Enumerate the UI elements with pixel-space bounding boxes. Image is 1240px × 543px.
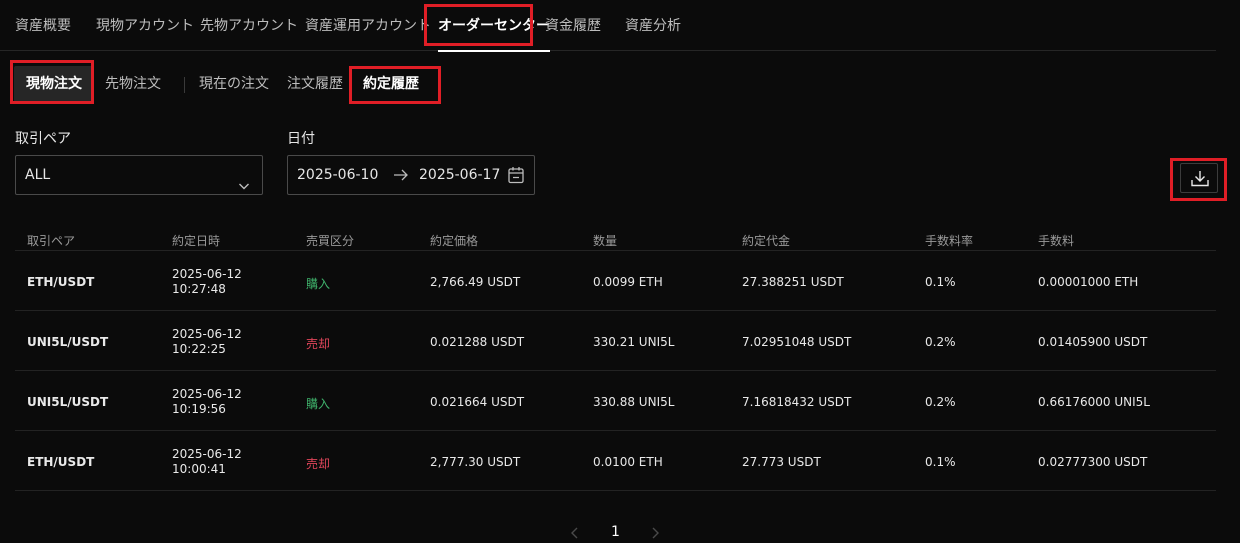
cell-fee-rate: 0.1%	[925, 275, 956, 289]
cell-amount: 7.16818432 USDT	[742, 395, 852, 409]
chevron-left-icon[interactable]	[570, 524, 580, 543]
cell-date: 2025-06-12	[172, 447, 242, 461]
cell-time: 2025-06-12 10:00:41	[172, 447, 242, 477]
cell-price: 2,766.49 USDT	[430, 275, 521, 289]
cell-price: 0.021664 USDT	[430, 395, 525, 409]
download-button[interactable]	[1180, 163, 1218, 193]
cell-amount: 27.773 USDT	[742, 455, 821, 469]
table-row: ETH/USDT 2025-06-12 10:27:48 購入 2,766.49 …	[15, 251, 1216, 311]
tab-futures-account[interactable]: 先物アカウント	[200, 0, 298, 51]
header-side: 売買区分	[306, 234, 355, 248]
cell-pair: ETH/USDT	[27, 455, 95, 469]
pair-select[interactable]: ALL	[15, 155, 263, 195]
cell-date: 2025-06-12	[172, 387, 242, 401]
tab-asset-overview[interactable]: 資産概要	[15, 0, 71, 51]
tab-trade-history[interactable]: 約定履歴	[363, 64, 419, 104]
header-fee: 手数料	[1038, 234, 1075, 248]
cell-price: 0.021288 USDT	[430, 335, 525, 349]
pair-select-value: ALL	[25, 167, 51, 183]
tab-futures-orders[interactable]: 先物注文	[105, 64, 161, 104]
cell-fee: 0.00001000 ETH	[1038, 275, 1139, 289]
arrow-right-icon	[393, 167, 409, 187]
cell-time: 2025-06-12 10:19:56	[172, 387, 242, 417]
tab-spot-orders[interactable]: 現物注文	[14, 66, 94, 102]
cell-qty: 330.21 UNI5L	[593, 335, 675, 349]
sub-nav-divider	[184, 77, 185, 93]
tab-order-center-label: オーダーセンター	[438, 18, 550, 34]
cell-qty: 330.88 UNI5L	[593, 395, 675, 409]
cell-time: 2025-06-12 10:27:48	[172, 267, 242, 297]
table-row: UNI5L/USDT 2025-06-12 10:19:56 購入 0.02166…	[15, 371, 1216, 431]
table-header: 取引ペア 約定日時 売買区分 約定価格 数量 約定代金 手数料率 手数料	[15, 220, 1216, 251]
header-amount: 約定代金	[742, 234, 791, 248]
date-to-input[interactable]: 2025-06-17	[419, 156, 500, 194]
tab-spot-account[interactable]: 現物アカウント	[96, 0, 194, 51]
cell-clock: 10:00:41	[172, 462, 226, 476]
header-time: 約定日時	[172, 234, 221, 248]
cell-date: 2025-06-12	[172, 267, 242, 281]
cell-side: 売却	[306, 337, 331, 351]
cell-pair: UNI5L/USDT	[27, 395, 109, 409]
cell-clock: 10:19:56	[172, 402, 226, 416]
active-tab-underline	[438, 50, 550, 52]
cell-side: 購入	[306, 397, 331, 411]
trade-history-table: 取引ペア 約定日時 売買区分 約定価格 数量 約定代金 手数料率 手数料 ETH…	[15, 220, 1216, 491]
cell-time: 2025-06-12 10:22:25	[172, 327, 242, 357]
tab-open-orders[interactable]: 現在の注文	[199, 64, 269, 104]
download-icon	[1191, 171, 1209, 187]
chevron-down-icon	[238, 169, 250, 207]
pair-filter-label: 取引ペア	[15, 131, 71, 147]
date-filter-label: 日付	[287, 131, 315, 147]
cell-fee-rate: 0.2%	[925, 395, 956, 409]
cell-qty: 0.0100 ETH	[593, 455, 663, 469]
cell-side: 売却	[306, 457, 331, 471]
cell-price: 2,777.30 USDT	[430, 455, 521, 469]
header-pair: 取引ペア	[27, 234, 76, 248]
cell-amount: 27.388251 USDT	[742, 275, 844, 289]
cell-fee: 0.02777300 USDT	[1038, 455, 1148, 469]
cell-clock: 10:22:25	[172, 342, 226, 356]
page-number[interactable]: 1	[611, 524, 620, 540]
cell-date: 2025-06-12	[172, 327, 242, 341]
tab-earn-account[interactable]: 資産運用アカウント	[305, 0, 431, 51]
top-nav: 資産概要 現物アカウント 先物アカウント 資産運用アカウント オーダーセンター …	[0, 0, 1216, 52]
table-row: UNI5L/USDT 2025-06-12 10:22:25 売却 0.02128…	[15, 311, 1216, 371]
tab-asset-analysis[interactable]: 資産分析	[625, 0, 681, 51]
date-from-input[interactable]: 2025-06-10	[297, 156, 378, 194]
cell-qty: 0.0099 ETH	[593, 275, 663, 289]
cell-fee-rate: 0.1%	[925, 455, 956, 469]
cell-amount: 7.02951048 USDT	[742, 335, 852, 349]
cell-pair: UNI5L/USDT	[27, 335, 109, 349]
cell-clock: 10:27:48	[172, 282, 226, 296]
chevron-right-icon[interactable]	[650, 524, 660, 543]
pagination: 1	[560, 520, 680, 540]
cell-pair: ETH/USDT	[27, 275, 95, 289]
header-fee-rate: 手数料率	[925, 234, 974, 248]
cell-side: 購入	[306, 277, 331, 291]
tab-funding-history[interactable]: 資金履歴	[545, 0, 601, 51]
date-range-picker[interactable]: 2025-06-10 2025-06-17	[287, 155, 535, 195]
header-price: 約定価格	[430, 234, 479, 248]
table-row: ETH/USDT 2025-06-12 10:00:41 売却 2,777.30 …	[15, 431, 1216, 491]
cell-fee: 0.66176000 UNI5L	[1038, 395, 1150, 409]
tab-order-history[interactable]: 注文履歴	[287, 64, 343, 104]
header-qty: 数量	[593, 234, 618, 248]
cell-fee: 0.01405900 USDT	[1038, 335, 1148, 349]
calendar-icon[interactable]	[508, 166, 524, 188]
cell-fee-rate: 0.2%	[925, 335, 956, 349]
tab-order-center[interactable]: オーダーセンター	[438, 0, 550, 52]
